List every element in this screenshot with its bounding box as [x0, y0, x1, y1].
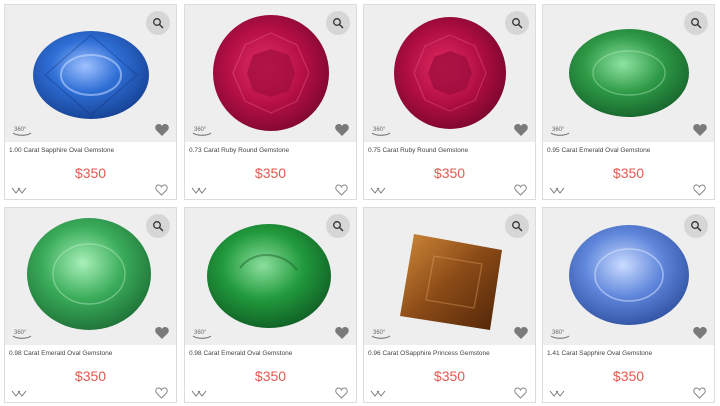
product-price: $350	[433, 165, 466, 181]
product-title[interactable]: 0.98 Carat Emerald Oval Gemstone	[9, 350, 112, 357]
product-image[interactable]: 360°	[364, 5, 535, 142]
360-view-icon[interactable]: 360°	[11, 325, 33, 341]
compare-icon[interactable]	[191, 185, 207, 195]
compare-icon[interactable]	[11, 185, 27, 195]
heart-badge-icon	[335, 124, 349, 136]
search-icon[interactable]	[146, 214, 170, 238]
heart-outline-icon[interactable]	[335, 184, 348, 196]
product-price: $350	[612, 368, 645, 384]
product-card[interactable]: 360° 0.98 Carat Emerald Oval Gemstone $3…	[184, 207, 357, 403]
compare-icon[interactable]	[370, 185, 386, 195]
search-icon[interactable]	[326, 214, 350, 238]
svg-text:360°: 360°	[373, 127, 386, 133]
search-icon[interactable]	[326, 11, 350, 35]
heart-badge-icon	[155, 124, 169, 136]
heart-outline-icon[interactable]	[155, 184, 168, 196]
compare-icon[interactable]	[370, 388, 386, 398]
product-title[interactable]: 0.73 Carat Ruby Round Gemstone	[189, 147, 289, 154]
360-view-icon[interactable]: 360°	[549, 325, 571, 341]
heart-badge-icon	[155, 327, 169, 339]
product-title[interactable]: 0.75 Carat Ruby Round Gemstone	[368, 147, 468, 154]
svg-text:360°: 360°	[14, 127, 27, 133]
compare-icon[interactable]	[549, 185, 565, 195]
product-title[interactable]: 0.98 Carat Emerald Oval Gemstone	[189, 350, 292, 357]
product-price: $350	[74, 165, 107, 181]
heart-outline-icon[interactable]	[693, 387, 706, 399]
product-price: $350	[612, 165, 645, 181]
product-image[interactable]: 360°	[185, 208, 356, 345]
360-view-icon[interactable]: 360°	[549, 122, 571, 138]
product-title[interactable]: 1.41 Carat Sapphire Oval Gemstone	[547, 350, 652, 357]
product-image[interactable]: 360°	[5, 5, 176, 142]
360-view-icon[interactable]: 360°	[191, 325, 213, 341]
heart-outline-icon[interactable]	[693, 184, 706, 196]
svg-text:360°: 360°	[194, 127, 207, 133]
compare-icon[interactable]	[549, 388, 565, 398]
product-card[interactable]: 360° 0.73 Carat Ruby Round Gemstone $350	[184, 4, 357, 200]
product-card[interactable]: 360° 0.96 Carat OSapphire Princess Gemst…	[363, 207, 536, 403]
product-grid: 360° 1.00 Carat Sapphire Oval Gemstone $…	[4, 4, 718, 404]
product-card[interactable]: 360° 0.75 Carat Ruby Round Gemstone $350	[363, 4, 536, 200]
heart-outline-icon[interactable]	[514, 184, 527, 196]
heart-outline-icon[interactable]	[155, 387, 168, 399]
compare-icon[interactable]	[191, 388, 207, 398]
product-image[interactable]: 360°	[543, 5, 714, 142]
svg-text:360°: 360°	[373, 330, 386, 336]
product-card[interactable]: 360° 1.00 Carat Sapphire Oval Gemstone $…	[4, 4, 177, 200]
search-icon[interactable]	[684, 11, 708, 35]
svg-text:360°: 360°	[194, 330, 207, 336]
product-title[interactable]: 0.96 Carat OSapphire Princess Gemstone	[368, 350, 490, 357]
product-image[interactable]: 360°	[543, 208, 714, 345]
product-card[interactable]: 360° 0.95 Carat Emerald Oval Gemstone $3…	[542, 4, 715, 200]
heart-badge-icon	[693, 327, 707, 339]
360-view-icon[interactable]: 360°	[370, 325, 392, 341]
product-price: $350	[254, 368, 287, 384]
search-icon[interactable]	[684, 214, 708, 238]
360-view-icon[interactable]: 360°	[191, 122, 213, 138]
heart-badge-icon	[693, 124, 707, 136]
search-icon[interactable]	[505, 214, 529, 238]
search-icon[interactable]	[146, 11, 170, 35]
compare-icon[interactable]	[11, 388, 27, 398]
360-view-icon[interactable]: 360°	[11, 122, 33, 138]
product-title[interactable]: 1.00 Carat Sapphire Oval Gemstone	[9, 147, 114, 154]
360-view-icon[interactable]: 360°	[370, 122, 392, 138]
svg-text:360°: 360°	[14, 330, 27, 336]
product-title[interactable]: 0.95 Carat Emerald Oval Gemstone	[547, 147, 650, 154]
svg-text:360°: 360°	[552, 330, 565, 336]
product-card[interactable]: 360° 1.41 Carat Sapphire Oval Gemstone $…	[542, 207, 715, 403]
product-price: $350	[74, 368, 107, 384]
svg-text:360°: 360°	[552, 127, 565, 133]
product-price: $350	[433, 368, 466, 384]
product-image[interactable]: 360°	[5, 208, 176, 345]
product-image[interactable]: 360°	[185, 5, 356, 142]
heart-badge-icon	[514, 327, 528, 339]
heart-badge-icon	[514, 124, 528, 136]
product-card[interactable]: 360° 0.98 Carat Emerald Oval Gemstone $3…	[4, 207, 177, 403]
heart-outline-icon[interactable]	[335, 387, 348, 399]
product-image[interactable]: 360°	[364, 208, 535, 345]
heart-badge-icon	[335, 327, 349, 339]
product-price: $350	[254, 165, 287, 181]
search-icon[interactable]	[505, 11, 529, 35]
heart-outline-icon[interactable]	[514, 387, 527, 399]
